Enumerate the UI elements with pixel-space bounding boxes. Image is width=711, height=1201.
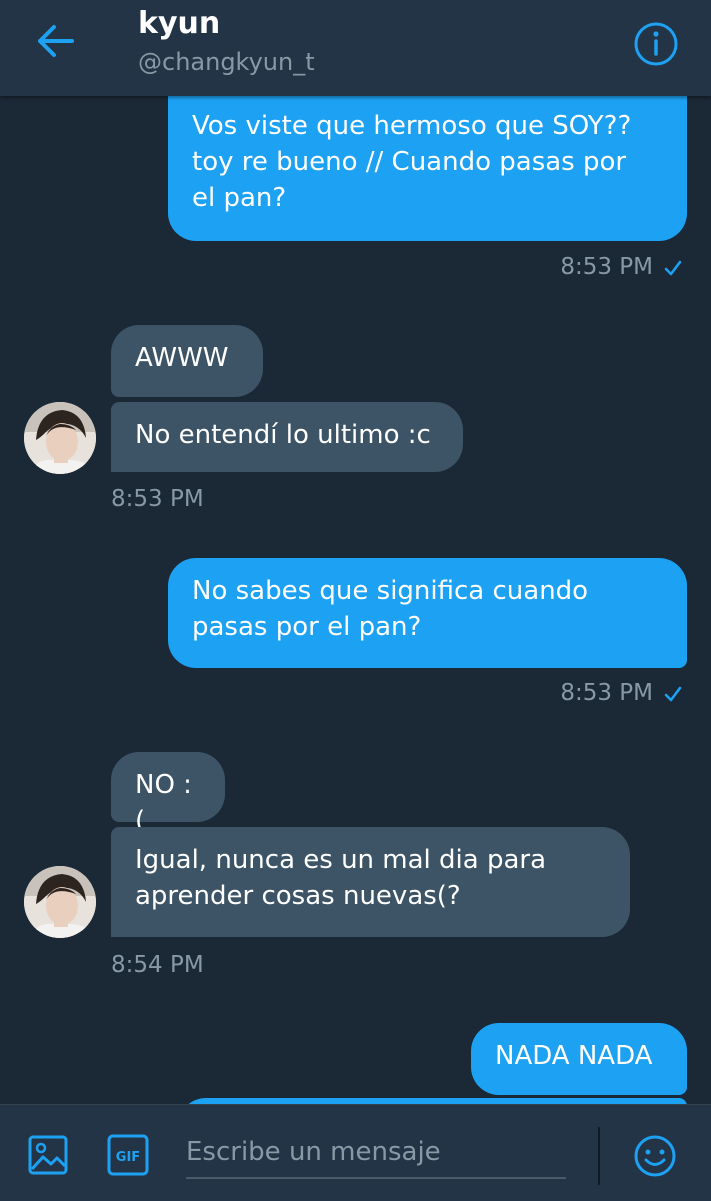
emoji-icon [634, 1135, 676, 1177]
message-line: Igual, nunca es un mal dia para [135, 845, 547, 875]
timestamp-text: 8:53 PM [560, 254, 653, 280]
message-line: el pan? [192, 183, 287, 213]
timestamp-text: 8:53 PM [560, 680, 653, 706]
message-timestamp: 8:53 PM [111, 486, 204, 512]
contact-handle[interactable]: @changkyun_t [138, 48, 315, 76]
incoming-message[interactable]: Igual, nunca es un mal dia para aprender… [111, 827, 630, 937]
conversation-header: kyun @changkyun_t [0, 0, 711, 96]
message-line: toy re bueno // Cuando pasas por [192, 147, 627, 177]
info-icon [634, 22, 678, 66]
incoming-message[interactable]: No entendí lo ultimo :c [111, 402, 463, 472]
avatar-photo [24, 402, 96, 474]
add-gif-button[interactable]: GIF [106, 1133, 150, 1177]
message-line: Vos viste que hermoso que SOY?? [192, 111, 632, 141]
message-timestamp: 8:54 PM [111, 952, 204, 978]
contact-name[interactable]: kyun [138, 6, 220, 41]
composer-divider [598, 1127, 600, 1185]
emoji-button[interactable] [632, 1133, 678, 1179]
avatar[interactable] [24, 866, 96, 938]
back-arrow-icon [38, 25, 74, 57]
read-check-icon [664, 686, 682, 701]
back-button[interactable] [32, 18, 82, 64]
message-input[interactable] [186, 1127, 566, 1179]
image-icon [28, 1135, 68, 1175]
message-composer: GIF [0, 1104, 711, 1201]
message-line: No sabes que significa cuando [192, 576, 589, 606]
info-button[interactable] [632, 20, 680, 68]
message-text: AWWW [135, 343, 229, 373]
message-timestamp: 8:53 PM [560, 254, 683, 280]
message-line: aprender cosas nuevas(? [135, 881, 461, 911]
outgoing-message[interactable]: No sabes que significa cuando pasas por … [168, 558, 687, 668]
outgoing-message[interactable]: NADA NADA [471, 1023, 687, 1095]
message-text: NADA NADA [495, 1041, 653, 1071]
read-check-icon [664, 260, 682, 275]
message-text: No entendí lo ultimo :c [135, 420, 431, 450]
message-line: pasas por el pan? [192, 612, 422, 642]
gif-label: GIF [116, 1150, 140, 1165]
outgoing-message[interactable]: Vos viste que hermoso que SOY?? toy re b… [168, 96, 687, 241]
avatar[interactable] [24, 402, 96, 474]
message-timestamp: 8:53 PM [560, 680, 683, 706]
incoming-message[interactable]: NO :( [111, 752, 225, 836]
incoming-message[interactable]: AWWW [111, 325, 263, 397]
avatar-photo [24, 866, 96, 938]
gif-icon: GIF [107, 1134, 149, 1176]
add-image-button[interactable] [26, 1133, 70, 1177]
message-list[interactable]: Vos viste que hermoso que SOY?? toy re b… [0, 96, 711, 1104]
